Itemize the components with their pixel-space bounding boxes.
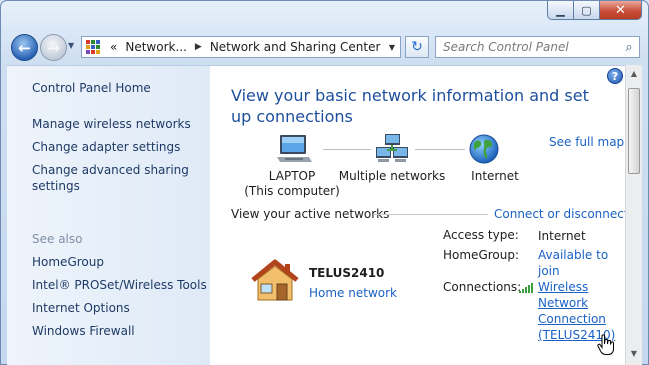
help-icon: ? — [611, 69, 619, 83]
search-input[interactable] — [443, 40, 619, 54]
map-connector-line — [323, 149, 371, 150]
wireless-signal-icon — [519, 283, 533, 293]
refresh-icon: ↻ — [411, 39, 423, 55]
map-computer-label: LAPTOP (This computer) — [237, 169, 347, 199]
control-panel-icon-tile — [86, 40, 90, 44]
homegroup-value-line: Available to — [538, 248, 609, 262]
homegroup-label: HomeGroup: — [443, 248, 520, 262]
address-dropdown-icon[interactable]: ▼ — [384, 37, 400, 57]
access-type-label: Access type: — [443, 228, 519, 242]
maximize-icon: ▢ — [581, 3, 592, 17]
control-panel-icon-tile — [96, 50, 100, 54]
hand-cursor-icon — [597, 334, 614, 355]
vertical-scrollbar[interactable]: ▲ ▼ — [625, 65, 642, 365]
address-bar[interactable]: « Network... ▶ Network and Sharing Cente… — [81, 36, 401, 58]
scroll-up-icon[interactable]: ▲ — [626, 65, 642, 82]
sidebar-link-windows-firewall[interactable]: Windows Firewall — [32, 323, 135, 339]
network-location-type-link[interactable]: Home network — [309, 286, 397, 300]
control-panel-icon-tile — [91, 45, 95, 49]
access-type-value: Internet — [538, 229, 586, 243]
section-divider — [374, 214, 488, 215]
sidebar-link-change-adapter[interactable]: Change adapter settings — [32, 139, 180, 155]
multiple-networks-icon[interactable] — [375, 133, 409, 165]
scroll-down-icon[interactable]: ▼ — [626, 345, 642, 362]
connection-line: Network — [538, 296, 589, 310]
breadcrumb-network-sharing-center[interactable]: Network and Sharing Center — [210, 40, 381, 54]
computer-name: LAPTOP — [268, 169, 316, 183]
network-name: TELUS2410 — [309, 266, 385, 280]
back-arrow-icon: ← — [18, 38, 31, 57]
close-icon: ✕ — [615, 2, 626, 18]
forward-arrow-icon: → — [47, 38, 60, 57]
connections-label: Connections: — [443, 280, 522, 294]
control-panel-icon-tile — [96, 40, 100, 44]
breadcrumb-separator-icon[interactable]: ▶ — [195, 42, 202, 52]
see-also-label: See also — [32, 232, 83, 246]
control-panel-icon-tile — [86, 45, 90, 49]
computer-icon[interactable] — [277, 133, 313, 165]
search-box[interactable]: ⌕ — [435, 36, 640, 58]
maximize-button[interactable]: ▢ — [573, 1, 599, 20]
connect-or-disconnect-link[interactable]: Connect or disconnect — [494, 207, 629, 221]
internet-globe-icon[interactable] — [468, 133, 500, 165]
address-overflow[interactable]: « — [110, 40, 117, 54]
control-panel-icon-tile — [86, 50, 90, 54]
control-panel-icon-tile — [96, 45, 100, 49]
window-frame: ▁ ▢ ✕ ← → ▼ « Network... ▶ Network and S… — [0, 0, 649, 365]
see-full-map-link[interactable]: See full map — [549, 135, 624, 149]
recent-pages-button[interactable]: ▼ — [68, 41, 74, 50]
sidebar-link-control-panel-home[interactable]: Control Panel Home — [32, 80, 151, 96]
task-pane — [7, 65, 210, 365]
connection-line: Wireless — [538, 280, 589, 294]
map-connector-line-2 — [415, 149, 465, 150]
search-icon[interactable]: ⌕ — [619, 40, 639, 55]
page-title: View your basic network information and … — [231, 86, 589, 126]
scrollbar-thumb[interactable] — [628, 88, 640, 174]
minimize-button[interactable]: ▁ — [547, 1, 573, 20]
refresh-button[interactable]: ↻ — [405, 36, 429, 58]
forward-button[interactable]: → — [40, 34, 67, 61]
sidebar-link-homegroup[interactable]: HomeGroup — [32, 254, 104, 270]
home-network-icon[interactable] — [249, 258, 301, 304]
minimize-icon: ▁ — [556, 3, 565, 17]
caption-buttons: ▁ ▢ ✕ — [547, 1, 642, 20]
control-panel-icon-tile — [91, 50, 95, 54]
map-network-label: Multiple networks — [338, 169, 446, 183]
connection-line: Connection — [538, 312, 606, 326]
help-button[interactable]: ? — [607, 68, 623, 84]
close-button[interactable]: ✕ — [599, 1, 642, 20]
homegroup-value-line: join — [538, 264, 560, 278]
control-panel-icon-tile — [91, 40, 95, 44]
control-panel-icon — [86, 40, 102, 54]
homegroup-available-link[interactable]: Available to join — [538, 247, 608, 279]
computer-sub: (This computer) — [244, 184, 340, 198]
sidebar-link-intel-proset[interactable]: Intel® PROSet/Wireless Tools — [32, 277, 207, 293]
chevron-down-icon: ▼ — [68, 41, 75, 50]
sidebar-link-manage-wireless[interactable]: Manage wireless networks — [32, 116, 191, 132]
sidebar-link-internet-options[interactable]: Internet Options — [32, 300, 130, 316]
back-button[interactable]: ← — [11, 34, 38, 61]
sidebar-link-advanced-sharing[interactable]: Change advanced sharing settings — [32, 162, 192, 194]
map-internet-label: Internet — [471, 169, 519, 183]
active-networks-heading: View your active networks — [231, 207, 390, 221]
breadcrumb-network[interactable]: Network... — [125, 40, 187, 54]
